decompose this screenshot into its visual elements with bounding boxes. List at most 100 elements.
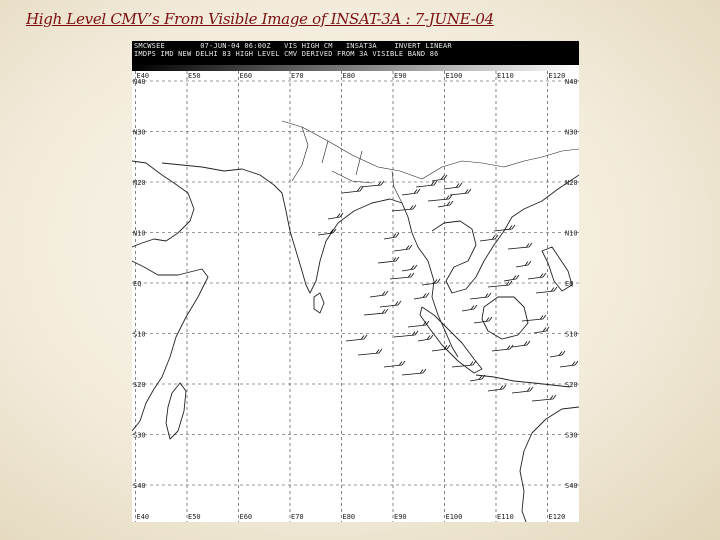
wind-barb	[487, 280, 513, 288]
wind-barb	[491, 344, 514, 352]
lat-label-right: N10	[565, 230, 578, 238]
lat-label-left: N20	[133, 179, 146, 187]
lon-label: E100	[446, 513, 463, 521]
wind-barb	[379, 300, 402, 308]
seasia-coast	[401, 202, 459, 358]
lat-label-right: S40	[565, 482, 578, 490]
madagascar-coast	[165, 382, 187, 440]
lat-label-left: N30	[133, 129, 146, 137]
lon-label: E60	[240, 513, 253, 521]
indochina-coast	[431, 174, 579, 294]
wind-barb	[503, 274, 520, 282]
lon-label: E100	[446, 72, 463, 80]
wind-barb	[531, 394, 557, 402]
africa-coast	[132, 260, 209, 432]
lat-label-left: EQ	[133, 280, 141, 288]
coastlines	[132, 120, 579, 522]
java-coast	[475, 374, 571, 388]
lat-label-left: S20	[133, 381, 146, 389]
lat-label-right: N20	[565, 179, 578, 187]
lon-label: E120	[549, 72, 566, 80]
wind-barb	[369, 290, 389, 298]
wind-barb	[401, 264, 418, 272]
lon-label: E70	[291, 513, 304, 521]
lon-label: E110	[497, 513, 514, 521]
wind-barb	[401, 368, 427, 376]
lat-label-right: S30	[565, 432, 578, 440]
lat-label-left: S30	[133, 432, 146, 440]
wind-barb	[327, 212, 344, 220]
wind-barb	[479, 234, 499, 242]
lon-label: E110	[497, 72, 514, 80]
wind-barb	[417, 334, 434, 342]
wind-barb	[407, 320, 430, 328]
wind-barb	[393, 330, 419, 338]
cmv-wind-vectors	[317, 174, 579, 402]
lat-lon-grid	[132, 71, 579, 522]
lat-label-right: EQ	[565, 280, 573, 288]
wind-barb	[427, 194, 453, 202]
wind-barb	[357, 348, 383, 356]
wind-barb	[461, 304, 478, 312]
srilanka-coast	[313, 292, 325, 314]
wind-barb	[511, 340, 531, 348]
lat-label-left: N40	[133, 78, 146, 86]
wind-barb	[383, 232, 400, 240]
lon-label: E60	[240, 72, 253, 80]
wind-barb	[345, 334, 368, 342]
wind-barb	[449, 188, 472, 196]
slide-title: High Level CMV’s From Visible Image of I…	[26, 10, 494, 28]
wind-barb	[443, 182, 463, 190]
lat-label-left: S40	[133, 482, 146, 490]
lon-label: E70	[291, 72, 304, 80]
cmv-wind-map: E40E40E50E50E60E60E70E70E80E80E90E90E100…	[132, 71, 579, 522]
wind-barb	[393, 244, 413, 252]
wind-barb	[515, 260, 532, 268]
lon-label: E90	[394, 513, 407, 521]
wind-barb	[493, 224, 516, 232]
lat-label-left: N10	[133, 230, 146, 238]
wind-barb	[521, 314, 547, 322]
wind-barb	[389, 272, 415, 280]
lon-label: E50	[188, 72, 201, 80]
satellite-image: SMCWSEE 07-JUN-04 06:00Z VIS HIGH CM INS…	[132, 41, 579, 522]
wind-barb	[511, 386, 534, 394]
lon-label: E80	[343, 513, 356, 521]
wind-barb	[437, 200, 454, 208]
iran-coast	[161, 162, 261, 176]
image-header-line2: IMDPS IMD NEW DELHI 83 HIGH LEVEL CMV DE…	[134, 50, 439, 58]
china-border	[421, 148, 579, 180]
wind-barb	[535, 286, 558, 294]
lat-label-right: S20	[565, 381, 578, 389]
lat-label-right: S10	[565, 331, 578, 339]
wind-barb	[341, 186, 364, 194]
wind-barb	[487, 384, 507, 392]
wind-barb	[363, 308, 389, 316]
india-borders	[281, 120, 423, 204]
wind-barb	[533, 326, 550, 334]
lat-label-right: N40	[565, 78, 578, 86]
sumatra-coast	[419, 306, 483, 374]
wind-barb	[507, 242, 533, 250]
lat-label-right: N30	[565, 129, 578, 137]
lat-label-left: S10	[133, 331, 146, 339]
grid-labels: E40E40E50E50E60E60E70E70E80E80E90E90E100…	[133, 72, 578, 521]
lon-label: E50	[188, 513, 201, 521]
australia-coast	[519, 406, 579, 522]
image-header-line1: SMCWSEE 07-JUN-04 06:00Z VIS HIGH CM INS…	[134, 42, 452, 50]
wind-barb	[421, 278, 441, 286]
lon-label: E90	[394, 72, 407, 80]
wind-barb	[469, 292, 492, 300]
wind-barb	[559, 360, 579, 368]
wind-barb	[549, 350, 566, 358]
lon-label: E40	[137, 513, 150, 521]
wind-barb	[527, 272, 547, 280]
wind-barb	[383, 360, 406, 368]
wind-barb	[451, 360, 477, 368]
lon-label: E80	[343, 72, 356, 80]
wind-barb	[413, 292, 430, 300]
image-header: SMCWSEE 07-JUN-04 06:00Z VIS HIGH CM INS…	[132, 41, 579, 65]
lon-label: E120	[549, 513, 566, 521]
wind-barb	[377, 256, 400, 264]
wind-barb	[401, 188, 421, 196]
